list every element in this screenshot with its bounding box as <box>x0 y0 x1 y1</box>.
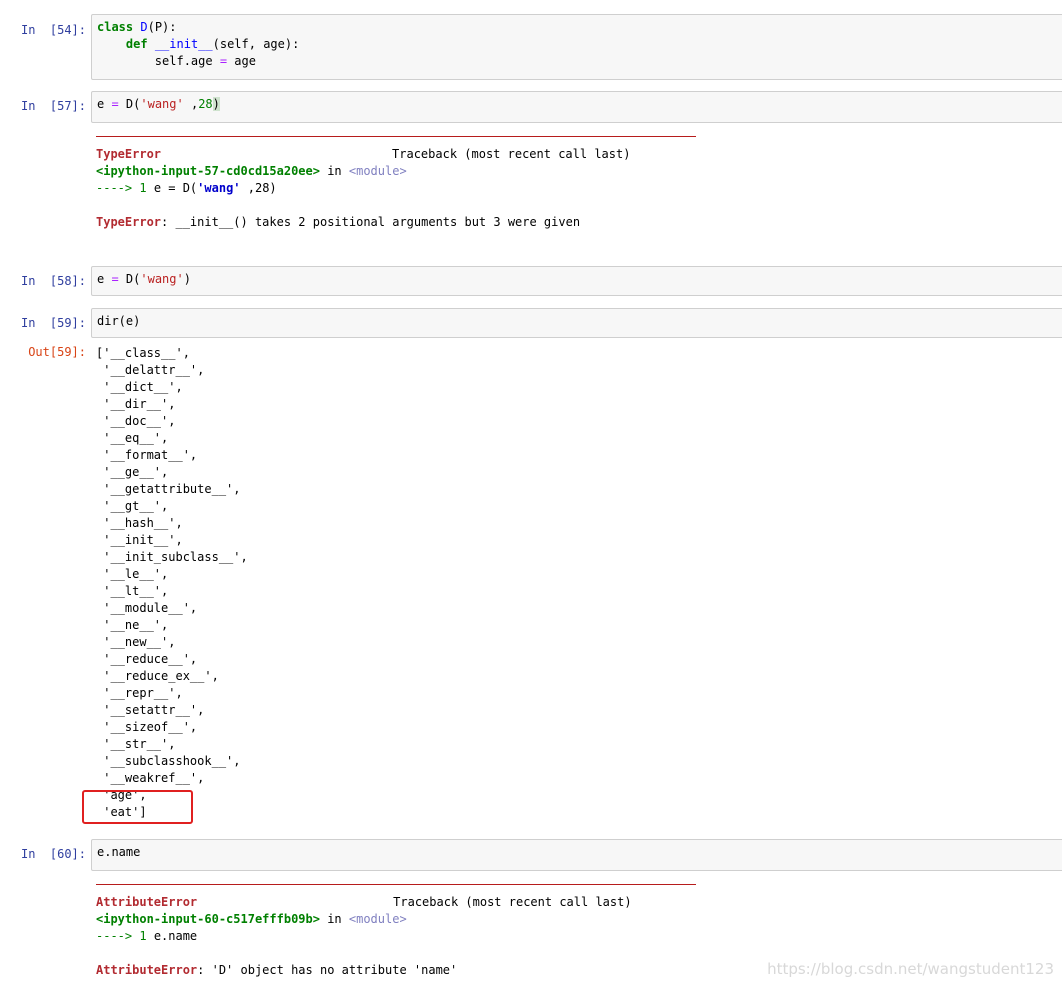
traceback-text: in <box>319 164 349 178</box>
cell-57-prompt: In [57]: <box>20 99 86 113</box>
output-line: '__sizeof__', <box>96 720 198 734</box>
cell-59-output: ['__class__', '__delattr__', '__dict__',… <box>96 345 248 821</box>
code-text: (self, age): <box>212 37 300 51</box>
cell-57-input[interactable]: e = D('wang' ,28) <box>91 91 1062 123</box>
number-literal: 28 <box>198 97 213 111</box>
cell-60-code: e.name <box>97 845 141 859</box>
output-line: '__getattribute__', <box>96 482 241 496</box>
output-line: '__new__', <box>96 635 176 649</box>
output-line: '__init_subclass__', <box>96 550 248 564</box>
output-line: '__init__', <box>96 533 183 547</box>
cell-57-error-output: TypeError Traceback (most recent call las… <box>96 146 630 231</box>
module-ref: <module> <box>348 912 407 926</box>
error-message: : 'D' object has no attribute 'name' <box>197 963 458 977</box>
traceback-code: e = D( <box>153 181 198 195</box>
output-line: '__doc__', <box>96 414 176 428</box>
code-text: ) <box>183 272 191 286</box>
output-line: '__format__', <box>96 448 198 462</box>
code-text: , <box>183 97 199 111</box>
output-line: '__weakref__', <box>96 771 205 785</box>
cell-54-prompt: In [54]: <box>20 23 86 37</box>
cell-59-input[interactable]: dir(e) <box>91 308 1062 338</box>
code-text: (P): <box>147 20 177 34</box>
output-line: '__ne__', <box>96 618 169 632</box>
traceback-code: ,28) <box>240 181 277 195</box>
traceback-string: 'wang' <box>197 181 241 195</box>
operator: = <box>219 54 228 68</box>
cell-54-input[interactable]: class D(P): def __init__(self, age): sel… <box>91 14 1062 80</box>
error-name: TypeError <box>96 215 162 229</box>
traceback-code: e.name <box>153 929 198 943</box>
output-line: '__reduce__', <box>96 652 198 666</box>
traceback-text: in <box>319 912 349 926</box>
error-separator <box>96 884 696 885</box>
code-text: D( <box>118 97 141 111</box>
output-line: '__repr__', <box>96 686 183 700</box>
cell-58-code: e = D('wang') <box>92 267 1062 292</box>
code-text: D( <box>118 272 141 286</box>
ipython-input-ref: <ipython-input-60-c517efffb09b> <box>96 912 320 926</box>
error-name: AttributeError <box>96 963 198 977</box>
output-line: '__le__', <box>96 567 169 581</box>
cell-59-prompt: In [59]: <box>20 316 86 330</box>
error-message: : __init__() takes 2 positional argument… <box>161 215 581 229</box>
operator: = <box>111 97 119 111</box>
cell-60-input[interactable]: e.name <box>91 839 1062 871</box>
output-line: '__module__', <box>96 601 198 615</box>
code-text: e <box>97 272 112 286</box>
output-line: '__lt__', <box>96 584 169 598</box>
cell-54-code: class D(P): def __init__(self, age): sel… <box>92 15 1062 74</box>
output-line: '__ge__', <box>96 465 169 479</box>
error-name: AttributeError <box>96 895 198 909</box>
cell-59-out-prompt: Out[59]: <box>28 345 86 359</box>
function-name: __init__ <box>154 37 213 51</box>
code-text: self.age <box>154 54 220 68</box>
cell-60-prompt: In [60]: <box>20 847 86 861</box>
output-line: '__reduce_ex__', <box>96 669 219 683</box>
class-name: D <box>140 20 148 34</box>
error-separator <box>96 136 696 137</box>
traceback-arrow: ----> <box>96 929 133 943</box>
code-text: e <box>97 97 112 111</box>
traceback-line-no: 1 <box>132 181 154 195</box>
watermark: https://blog.csdn.net/wangstudent123 <box>767 960 1054 978</box>
error-name: TypeError <box>96 147 162 161</box>
output-line: '__subclasshook__', <box>96 754 241 768</box>
keyword: def <box>125 37 148 51</box>
keyword: class <box>97 20 134 34</box>
traceback-arrow: ----> <box>96 181 133 195</box>
module-ref: <module> <box>348 164 407 178</box>
cell-60-error-output: AttributeError Traceback (most recent cal… <box>96 894 632 979</box>
output-line: '__gt__', <box>96 499 169 513</box>
operator: = <box>111 272 119 286</box>
output-line: '__delattr__', <box>96 363 205 377</box>
cell-58-input[interactable]: e = D('wang') <box>91 266 1062 296</box>
string-literal: 'wang' <box>140 97 184 111</box>
string-literal: 'wang' <box>140 272 184 286</box>
output-line: '__hash__', <box>96 516 183 530</box>
matching-bracket: ) <box>212 97 220 111</box>
output-line: ['__class__', <box>96 346 190 360</box>
output-line: '__dir__', <box>96 397 176 411</box>
output-line: '__eq__', <box>96 431 169 445</box>
highlight-annotation-box <box>82 790 193 824</box>
code-text: age <box>227 54 256 68</box>
output-line: '__str__', <box>96 737 176 751</box>
output-line: '__dict__', <box>96 380 183 394</box>
traceback-header: Traceback (most recent call last) <box>393 895 632 909</box>
cell-57-code: e = D('wang' ,28) <box>92 92 1062 117</box>
traceback-header: Traceback (most recent call last) <box>392 147 631 161</box>
cell-59-code: dir(e) <box>97 314 141 328</box>
traceback-line-no: 1 <box>132 929 154 943</box>
cell-58-prompt: In [58]: <box>20 274 86 288</box>
ipython-input-ref: <ipython-input-57-cd0cd15a20ee> <box>96 164 320 178</box>
output-line: '__setattr__', <box>96 703 205 717</box>
